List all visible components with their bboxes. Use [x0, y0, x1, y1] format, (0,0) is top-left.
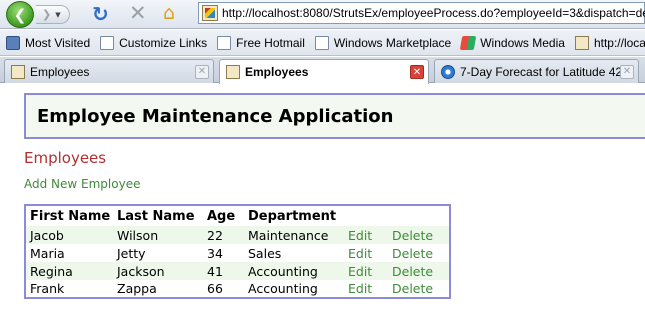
edit-link[interactable]: Edit [348, 228, 372, 243]
cell-age: 34 [207, 245, 223, 261]
cell-first-name: Regina [30, 263, 73, 279]
cell-last-name: Wilson [117, 227, 159, 243]
cell-delete: Delete [388, 262, 450, 280]
table-row: Regina Jackson 41 Accounting Edit Delete [25, 262, 450, 280]
edit-link[interactable]: Edit [348, 264, 372, 279]
app-header: Employee Maintenance Application [24, 93, 645, 139]
delete-link[interactable]: Delete [392, 264, 433, 279]
site-favicon-icon [202, 5, 218, 21]
history-dropdown-icon[interactable]: ▼ [55, 11, 60, 19]
close-tab-icon[interactable]: ✕ [410, 65, 424, 79]
tab-label: Employees [30, 64, 90, 79]
browser-navigation-bar: ❮ ❯ ▼ ↻ ✕ ⌂ http://localhost:8080/StrutsE… [0, 0, 645, 29]
tab-forecast[interactable]: 7-Day Forecast for Latitude 42... ✕ [434, 59, 639, 83]
cell-delete: Delete [388, 226, 450, 244]
forward-button[interactable]: ❯ ▼ [36, 5, 70, 24]
tab-strip: Employees ✕ Employees ✕ 7-Day Forecast f… [0, 57, 645, 84]
column-header-delete [388, 205, 450, 226]
cell-last-name: Jackson [117, 263, 165, 279]
table-header-row: First Name Last Name Age Department [25, 205, 450, 226]
close-tab-icon[interactable]: ✕ [620, 64, 634, 79]
bookmark-windows-marketplace[interactable]: Windows Marketplace [314, 35, 452, 50]
tab-label: Employees [245, 65, 309, 79]
site-icon [574, 35, 589, 50]
bookmarks-toolbar: Most Visited Customize Links Free Hotmai… [0, 30, 645, 56]
cell-last-name: Zappa [117, 281, 157, 296]
cell-department: Sales [248, 245, 282, 261]
page-icon [100, 35, 115, 50]
back-arrow-icon: ❮ [13, 5, 27, 24]
cell-edit: Edit [344, 280, 388, 298]
address-bar[interactable]: http://localhost:8080/StrutsEx/employeeP… [198, 2, 645, 24]
bookmark-localhost[interactable]: http://localhost:8080 [574, 35, 645, 50]
cell-last-name: Jetty [117, 245, 146, 261]
windows-logo-icon [460, 35, 477, 50]
address-bar-url[interactable]: http://localhost:8080/StrutsEx/employeeP… [222, 6, 645, 20]
home-icon[interactable]: ⌂ [163, 2, 175, 24]
bookmark-most-visited[interactable]: Most Visited [6, 35, 91, 50]
table-row: Jacob Wilson 22 Maintenance Edit Delete [25, 226, 450, 244]
cell-edit: Edit [344, 262, 388, 280]
bookmark-label: Windows Media [480, 35, 565, 50]
add-new-employee-link[interactable]: Add New Employee [24, 177, 140, 191]
cell-delete: Delete [388, 244, 450, 262]
cell-department: Accounting [248, 281, 318, 296]
forward-arrow-icon: ❯ [42, 8, 52, 21]
cell-first-name: Frank [30, 281, 65, 296]
cell-first-name: Maria [30, 245, 65, 261]
reload-icon[interactable]: ↻ [92, 2, 109, 26]
page-icon [314, 35, 329, 50]
bookmark-label: Free Hotmail [236, 35, 305, 50]
noaa-logo-icon [441, 64, 455, 79]
cell-age: 41 [207, 263, 223, 279]
back-button[interactable]: ❮ [6, 1, 34, 28]
cell-department: Maintenance [248, 227, 329, 243]
tab-label: 7-Day Forecast for Latitude 42... [460, 64, 620, 79]
close-tab-icon[interactable]: ✕ [195, 64, 209, 79]
cell-edit: Edit [344, 226, 388, 244]
column-header-edit [344, 205, 388, 226]
bookmark-customize-links[interactable]: Customize Links [100, 35, 208, 50]
delete-link[interactable]: Delete [392, 246, 433, 261]
cell-edit: Edit [344, 244, 388, 262]
tab-employees-2[interactable]: Employees ✕ [219, 59, 429, 84]
table-row: Maria Jetty 34 Sales Edit Delete [25, 244, 450, 262]
column-header-department: Department [248, 209, 337, 224]
site-favicon-icon [11, 64, 25, 79]
bookmark-label: Windows Marketplace [333, 35, 452, 50]
column-header-first-name: First Name [30, 209, 111, 224]
cell-first-name: Jacob [30, 227, 64, 243]
cell-department: Accounting [248, 263, 318, 279]
bookmark-windows-media[interactable]: Windows Media [460, 35, 565, 50]
site-favicon-icon [226, 65, 240, 79]
edit-link[interactable]: Edit [348, 281, 372, 296]
column-header-age: Age [207, 209, 236, 224]
app-title: Employee Maintenance Application [37, 106, 394, 127]
delete-link[interactable]: Delete [392, 228, 433, 243]
cell-age: 66 [207, 281, 223, 296]
bookmarks-folder-icon [6, 35, 20, 50]
cell-delete: Delete [388, 280, 450, 298]
bookmark-label: Customize Links [119, 35, 208, 50]
bookmark-label: Most Visited [25, 35, 91, 50]
tab-employees-1[interactable]: Employees ✕ [4, 59, 214, 83]
stop-icon[interactable]: ✕ [129, 1, 147, 25]
cell-age: 22 [207, 227, 223, 243]
bookmark-free-hotmail[interactable]: Free Hotmail [217, 35, 305, 50]
delete-link[interactable]: Delete [392, 281, 433, 296]
page-icon [217, 35, 232, 50]
section-title: Employees [24, 149, 107, 167]
page-content: Employee Maintenance Application Employe… [0, 84, 645, 314]
table-row: Frank Zappa 66 Accounting Edit Delete [25, 280, 450, 298]
column-header-last-name: Last Name [117, 209, 195, 224]
edit-link[interactable]: Edit [348, 246, 372, 261]
employees-table: First Name Last Name Age Department Jaco… [24, 204, 451, 299]
bookmark-label: http://localhost:8080 [593, 35, 645, 50]
